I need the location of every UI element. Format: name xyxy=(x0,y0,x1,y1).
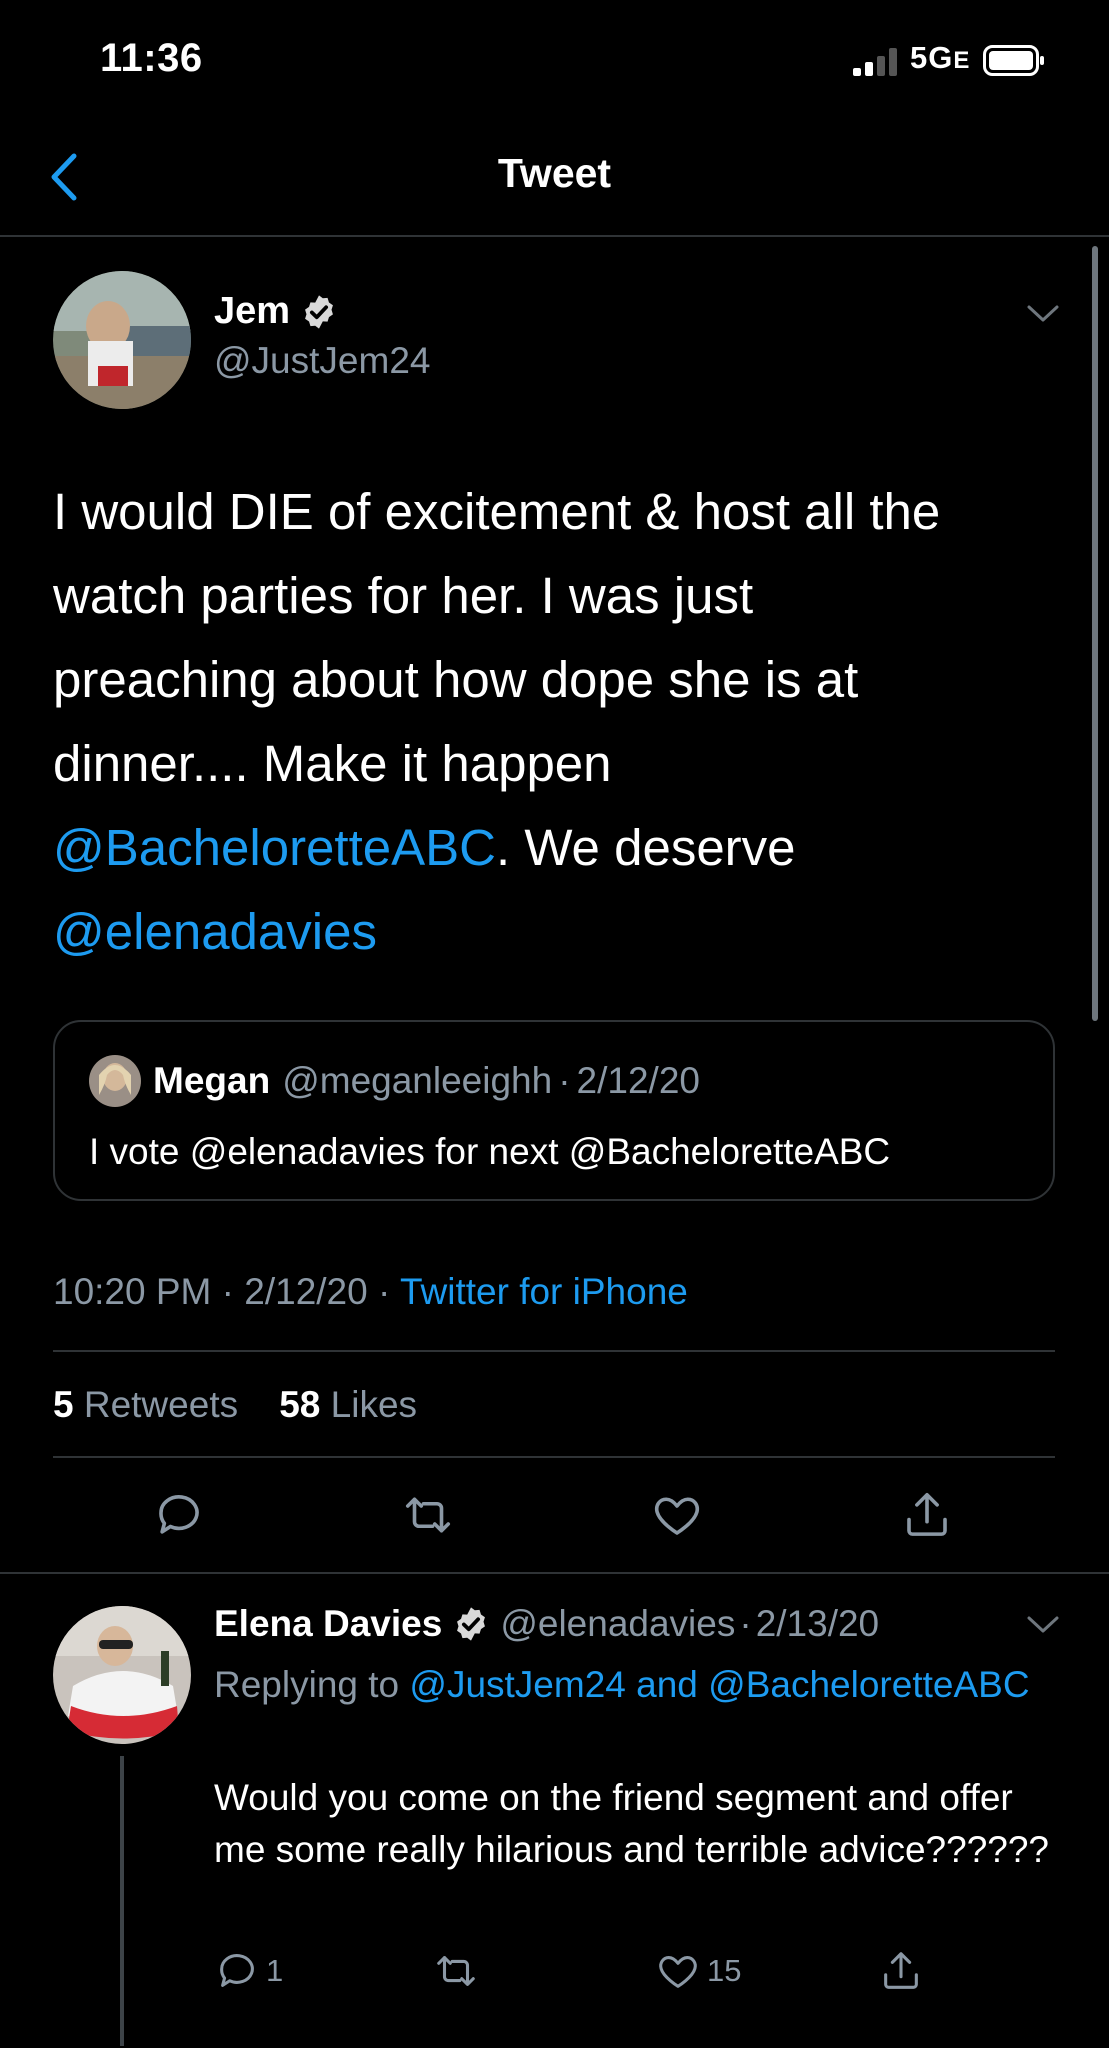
reply-header: Elena Davies @elenadavies · 2/13/20 xyxy=(214,1603,879,1645)
tweet-line: dinner.... Make it happen xyxy=(53,735,612,792)
page-title: Tweet xyxy=(497,150,612,196)
signal-icon xyxy=(853,48,897,76)
tweet-line: @elenadavies xyxy=(53,890,1053,974)
like-count: 15 xyxy=(707,1953,742,1988)
author-name[interactable]: Jem xyxy=(214,290,290,333)
divider xyxy=(53,1350,1055,1352)
reply-separator: · xyxy=(739,1603,752,1644)
verified-badge-icon xyxy=(305,294,333,329)
quote-avatar xyxy=(89,1055,141,1107)
battery-icon xyxy=(983,45,1044,76)
nav-divider xyxy=(0,235,1109,237)
chevron-down-icon[interactable] xyxy=(1026,303,1060,325)
scrollbar[interactable] xyxy=(1092,246,1098,1021)
quote-header: Megan @meganleeighh · 2/12/20 xyxy=(153,1060,700,1102)
author-handle[interactable]: @JustJem24 xyxy=(214,340,430,382)
divider xyxy=(53,1456,1055,1458)
reply-date: 2/13/20 xyxy=(755,1603,880,1644)
thread-line xyxy=(120,1756,124,2046)
reply-icon[interactable] xyxy=(152,1488,206,1542)
like-action[interactable]: 15 xyxy=(655,1948,741,1994)
reply-author-name[interactable]: Elena Davies xyxy=(214,1603,442,1645)
tweet-line: I would DIE of excitement & host all the xyxy=(53,483,941,540)
like-icon[interactable] xyxy=(655,1948,701,1994)
reply-author-handle[interactable]: @elenadavies xyxy=(500,1603,735,1645)
quote-date: 2/12/20 xyxy=(576,1060,700,1101)
quote-author-handle: @meganleeighh xyxy=(282,1060,553,1101)
quote-text: I vote @elenadavies for next @Bacheloret… xyxy=(89,1131,891,1172)
like-icon[interactable] xyxy=(650,1488,704,1542)
tweet-date: 2/12/20 xyxy=(244,1271,368,1312)
mention-link[interactable]: @elenadavies xyxy=(53,903,377,960)
share-icon[interactable] xyxy=(900,1488,954,1542)
mention-link[interactable]: @BacheloretteABC xyxy=(53,819,496,876)
replying-to-links[interactable]: @JustJem24 and @BacheloretteABC xyxy=(409,1664,1029,1705)
quote-separator: · xyxy=(558,1060,571,1101)
replying-to: Replying to @JustJem24 and @Bachelorette… xyxy=(214,1664,1030,1705)
divider xyxy=(0,1572,1109,1574)
reply-avatar[interactable] xyxy=(53,1606,191,1744)
quote-tweet[interactable] xyxy=(53,1020,1055,1201)
reply-text: Would you come on the friend segment and… xyxy=(214,1777,1050,1870)
reply-icon[interactable] xyxy=(214,1948,260,1994)
likes-stat[interactable]: 58 Likes xyxy=(279,1384,417,1425)
network-label: 5GE xyxy=(910,40,971,75)
status-time: 11:36 xyxy=(100,36,203,80)
tweet-time: 10:20 PM xyxy=(53,1271,212,1312)
verified-badge-icon xyxy=(457,1607,486,1641)
share-icon[interactable] xyxy=(878,1948,924,1994)
tweet-text: I would DIE of excitement & host all the… xyxy=(53,470,1053,974)
retweet-icon[interactable] xyxy=(433,1948,479,1994)
retweet-icon[interactable] xyxy=(401,1488,455,1542)
quote-author-name: Megan xyxy=(153,1060,271,1101)
tweet-line: preaching about how dope she is at xyxy=(53,651,859,708)
retweets-stat[interactable]: 5 Retweets xyxy=(53,1384,238,1425)
author-name-row: Jem xyxy=(214,290,338,333)
chevron-down-icon[interactable] xyxy=(1026,1614,1060,1636)
tweet-source-link[interactable]: Twitter for iPhone xyxy=(400,1271,688,1312)
tweet-line: @BacheloretteABC. We deserve xyxy=(53,819,796,876)
engagement-counts: 5 Retweets 58 Likes xyxy=(53,1384,417,1426)
tweet-meta: 10:20 PM · 2/12/20 · Twitter for iPhone xyxy=(53,1271,688,1313)
avatar[interactable] xyxy=(53,271,191,409)
reply-action[interactable]: 1 xyxy=(214,1948,283,1994)
reply-count: 1 xyxy=(266,1953,284,1988)
tweet-line: watch parties for her. I was just xyxy=(53,567,754,624)
meta-separator: · xyxy=(378,1271,391,1312)
meta-separator: · xyxy=(221,1271,234,1312)
